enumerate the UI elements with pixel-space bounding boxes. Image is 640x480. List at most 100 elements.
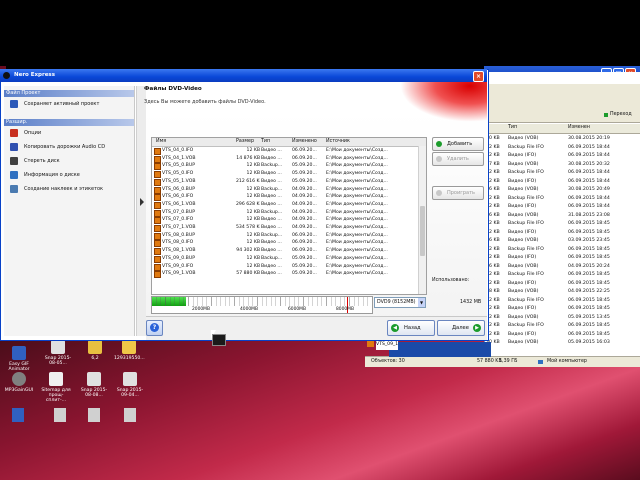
delete-button[interactable]: Удалить: [432, 152, 484, 166]
desktop-icon-extra-3[interactable]: [88, 408, 100, 422]
column-source[interactable]: Источник: [326, 138, 350, 146]
list-item[interactable]: 36 KB Видео (VOB) 03.09.2015 23:45: [484, 237, 640, 245]
desktop-icon-easy-gif[interactable]: Easy GIF Animator: [4, 346, 34, 372]
options-icon: [10, 129, 18, 137]
desktop-icon-snap-2[interactable]: Snap 2015-08-08...: [79, 372, 109, 398]
desktop-icon-mp3gain[interactable]: MP3GainGUI: [4, 372, 34, 393]
table-row[interactable]: VTS_06_0.BUP 12 KB Backup... 04.09.20... E:\…: [152, 186, 418, 194]
list-item[interactable]: 12 KB Видео (IFO) 06.09.2015 18:45: [484, 254, 640, 262]
nero-title-bar[interactable]: Nero Express ×: [0, 69, 487, 82]
table-row[interactable]: VTS_04_0.IFO 12 KB Видео ... 06.09.20... E:\…: [152, 147, 418, 155]
close-icon[interactable]: ×: [473, 71, 484, 82]
list-item[interactable]: 12 KB Backup File IFO 06.09.2015 18:44: [484, 195, 640, 203]
column-type[interactable]: Тип: [261, 138, 270, 146]
list-cell: Backup File IFO: [508, 297, 544, 303]
list-item[interactable]: 12 KB Backup File IFO 06.09.2015 18:45: [484, 220, 640, 228]
column-name[interactable]: Имя: [156, 138, 166, 146]
erase-disc-icon: [10, 157, 18, 165]
list-item[interactable]: 12 KB Backup File IFO 06.09.2015 18:44: [484, 144, 640, 152]
list-item[interactable]: 77 KB Видео (VOB) 30.08.2015 20:32: [484, 161, 640, 169]
desktop-icon-snap-3[interactable]: Snap 2015-09-04...: [115, 372, 145, 398]
table-row[interactable]: VTS_07_0.BUP 12 KB Backup... 04.09.20... E:\…: [152, 209, 418, 217]
table-cell: Видео ...: [261, 225, 282, 230]
list-item[interactable]: 32 KB Видео (VOB) 05.09.2015 13:45: [484, 314, 640, 322]
desktop-icon-extra-4[interactable]: [124, 408, 136, 422]
disc-type-select[interactable]: DVD9 (8152MB) ▼: [374, 297, 426, 308]
list-cell: 06.09.2015 18:45: [568, 221, 610, 226]
column-size[interactable]: Размер: [236, 138, 254, 146]
sidebar-item-label: Информация о диске: [24, 172, 80, 178]
add-button[interactable]: Добавить: [432, 137, 484, 151]
mp3gain-icon: [12, 372, 26, 386]
table-row[interactable]: VTS_08_1.VOB 94 302 KB Видео ... 06.09.20..…: [152, 247, 418, 256]
list-item[interactable]: 12 KB Видео (IFO) 06.09.2015 18:44: [484, 178, 640, 186]
table-cell: Backup...: [261, 209, 283, 215]
column-type[interactable]: Тип: [508, 125, 517, 130]
list-item[interactable]: 96 KB Видео (VOB) 30.08.2015 20:49: [484, 186, 640, 194]
list-item[interactable]: 12 KB Backup File IFO 06.09.2015 18:45: [484, 322, 640, 330]
table-row[interactable]: VTS_05_0.IFO 12 KB Видео ... 05.09.20... E:\…: [152, 170, 418, 179]
list-item[interactable]: 76 KB Видео (VOB) 31.08.2015 23:08: [484, 212, 640, 220]
table-row[interactable]: VTS_08_0.BUP 12 KB Backup... 06.09.20... E:\…: [152, 232, 418, 240]
table-cell: Видео ...: [261, 217, 282, 223]
table-row[interactable]: VTS_06_1.VOB 296 628 KB Видео ... 04.09.20.…: [152, 201, 418, 209]
desktop-icon-extra-2[interactable]: [54, 408, 66, 422]
table-row[interactable]: VTS_07_0.IFO 12 KB Видео ... 04.09.20... E:\…: [152, 216, 418, 225]
list-item[interactable]: 30 KB Видео (VOB) 30.08.2015 20:19: [484, 135, 640, 143]
file-icon: [367, 341, 374, 347]
table-row[interactable]: VTS_05_0.BUP 12 KB Backup... 05.09.20... E:\…: [152, 162, 418, 171]
panel-section-file[interactable]: Файл Проект: [4, 90, 134, 97]
list-item[interactable]: 28 KB Видео (VOB) 04.09.2015 22:25: [484, 288, 640, 296]
table-row[interactable]: VTS_09_0.IFO 12 KB Видео ... 05.09.20... E:\…: [152, 263, 418, 271]
collapse-arrow-icon[interactable]: [140, 198, 144, 206]
list-item[interactable]: 16 KB Видео (VOB) 04.09.2015 20:24: [484, 263, 640, 271]
list-item[interactable]: 12 KB Видео (IFO) 06.09.2015 18:45: [484, 331, 640, 339]
task-panel: Файл Проект Сохраняет активный проект Ра…: [4, 86, 135, 336]
table-row[interactable]: VTS_04_1.VOB 14 876 KB Видео ... 06.09.20..…: [152, 155, 418, 163]
list-item[interactable]: 12 KB Backup File IFO 06.09.2015 18:44: [484, 169, 640, 177]
table-cell: 06.09.20...: [292, 148, 317, 153]
list-item[interactable]: 12 KB Видео (IFO) 06.09.2015 18:45: [484, 305, 640, 313]
table-row[interactable]: VTS_06_0.IFO 12 KB Видео ... 04.09.20... E:\…: [152, 193, 418, 202]
sidebar-item-label: Копировать дорожки Audio CD: [24, 144, 106, 150]
desktop-icon-snap-1[interactable]: Snap 2015-08-05...: [43, 340, 73, 366]
table-row[interactable]: VTS_05_1.VOB 212 616 KB Видео ... 05.09.20.…: [152, 178, 418, 186]
table-row[interactable]: VTS_09_0.BUP 12 KB Backup... 05.09.20... E:\…: [152, 255, 418, 263]
play-button-label: Проиграть: [447, 190, 475, 196]
table-cell: E:\Мои документы\Созд...: [326, 209, 388, 215]
table-row[interactable]: VTS_09_1.VOB 57 880 KB Видео ... 05.09.20..…: [152, 270, 418, 279]
desktop-icon-folder-6-2[interactable]: 6,2: [80, 340, 110, 361]
list-item[interactable]: 30 KB Видео (VOB) 05.09.2015 16:03: [484, 339, 640, 347]
help-button[interactable]: ?: [146, 320, 163, 336]
scroll-thumb[interactable]: [420, 206, 425, 256]
capacity-tick-label: 8000MB: [336, 307, 354, 312]
table-row[interactable]: VTS_07_1.VOB 534 578 KB Видео ... 04.09.20.…: [152, 224, 418, 232]
play-button[interactable]: Проиграть: [432, 186, 484, 200]
chevron-down-icon[interactable]: ▼: [418, 298, 425, 307]
column-modified[interactable]: Изменено: [292, 138, 317, 146]
next-button[interactable]: Далее ▶: [437, 320, 485, 336]
desktop-icon-sitemap[interactable]: Sitemap для прощ-сплит-...: [41, 372, 71, 403]
go-button[interactable]: Переход: [610, 112, 632, 117]
grid-scrollbar[interactable]: [418, 146, 426, 294]
table-cell: E:\Мои документы\Созд...: [326, 248, 388, 254]
list-item[interactable]: 12 KB Видео (IFO) 06.09.2015 18:44: [484, 203, 640, 211]
back-button[interactable]: ◀ Назад: [387, 320, 435, 336]
capacity-tick-label: 2000MB: [192, 307, 210, 312]
list-cell: 06.09.2015 18:44: [568, 178, 610, 184]
table-cell: 04.09.20...: [292, 194, 317, 200]
table-row[interactable]: VTS_08_0.IFO 12 KB Видео ... 06.09.20... E:\…: [152, 239, 418, 248]
list-item[interactable]: 12 KB Backup File IFO 06.09.2015 18:45: [484, 246, 640, 254]
list-item[interactable]: 12 KB Видео (IFO) 06.09.2015 18:45: [484, 280, 640, 288]
panel-section-extended[interactable]: Разшир.: [4, 119, 134, 126]
table-cell: VTS_08_0.IFO: [162, 240, 194, 246]
delete-button-label: Удалить: [447, 156, 469, 162]
list-item[interactable]: 12 KB Backup File IFO 06.09.2015 18:45: [484, 271, 640, 279]
list-item[interactable]: 12 KB Backup File IFO 06.09.2015 18:45: [484, 297, 640, 305]
column-modified[interactable]: Изменен: [568, 125, 590, 130]
table-cell: VTS_07_1.VOB: [162, 225, 196, 230]
list-item[interactable]: 12 KB Видео (IFO) 06.09.2015 18:45: [484, 229, 640, 237]
list-item[interactable]: 12 KB Видео (IFO) 06.09.2015 18:44: [484, 152, 640, 160]
desktop-icon-folder-1293[interactable]: 129319550...: [114, 340, 145, 361]
desktop-icon-extra-1[interactable]: [12, 408, 24, 422]
